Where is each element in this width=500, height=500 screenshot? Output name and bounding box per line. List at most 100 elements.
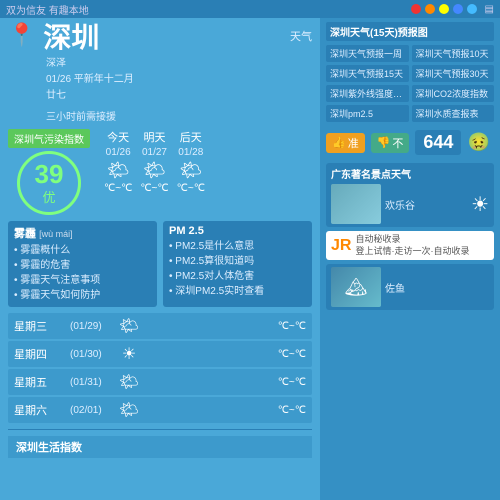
three-day-forecast: 今天 01/26 🌤 ℃~℃ 明天 01/27 🌤 ℃~℃ 后天 01/28 🌤… [104,129,205,194]
icon-red [411,4,421,14]
pm-item-4[interactable]: • 深圳PM2.5实时查看 [169,284,306,299]
auto-collect-banner[interactable]: JR 自动秘收录登上试情·走访一次·自动收录 [326,231,494,260]
ext-temp-3: ℃~℃ [278,405,306,416]
bottom-section: 深圳生活指数 [8,436,312,458]
pm-item-3[interactable]: • PM2.5对人体危害 [169,269,306,284]
date-line2: 01/26 平新年十二月 [46,72,312,88]
icon-orange [425,4,435,14]
quick-link-1[interactable]: 深圳天气预报10天 [412,45,495,62]
like-label: 准 [348,135,359,151]
right-more-content: 🏔 佐鱼 [331,267,489,307]
extended-row-3: 星期六 (02/01) 🌤 ℃~℃ [8,397,312,423]
separator [8,429,312,430]
fog-item-2[interactable]: • 雾霾的危害 [14,258,151,273]
auto-logo: JR [331,237,351,255]
tomorrow-temp: ℃~℃ [140,183,168,194]
today-temp: ℃~℃ [104,183,132,194]
city-header: 📍 深圳 天气 [8,24,312,52]
quick-link-4[interactable]: 深圳紫外线强度指数 [326,85,409,102]
thumbs-up-icon: 👍 [332,136,346,149]
ext-date-3: (02/01) [70,405,110,416]
ext-day-3: 星期六 [14,402,62,418]
today-label: 今天 [107,129,129,145]
quick-link-7[interactable]: 深圳水质查报表 [412,105,495,122]
aftertomorrow-date: 01/28 [178,147,203,158]
fog-item-1[interactable]: • 雾霾概什么 [14,243,151,258]
icon-blue [453,4,463,14]
quick-link-5[interactable]: 深圳CO2浓度指数 [412,85,495,102]
ext-temp-2: ℃~℃ [278,377,306,388]
quick-links: 深圳天气预报一周深圳天气预报10天深圳天气预报15天深圳天气预报30天深圳紫外线… [326,45,494,122]
ext-temp-0: ℃~℃ [278,321,306,332]
vote-row: 👍 准 👎 不 644 🤢 [326,126,494,159]
forecast-aftertomorrow: 后天 01/28 🌤 ℃~℃ [177,129,205,194]
auto-text: 自动秘收录登上试情·走访一次·自动收录 [355,234,469,257]
extended-row-1: 星期四 (01/30) ☀ ℃~℃ [8,341,312,367]
aqi-section: 深圳气污染指数 39 优 [8,129,90,215]
gd-sun-icon: ☀ [471,192,489,217]
top-icons: ▤ [411,4,494,15]
gd-box: 广东著名景点天气 欢乐谷 ☀ [326,163,494,227]
gd-title: 广东著名景点天气 [331,166,489,181]
ext-day-2: 星期五 [14,374,62,390]
fog-box: 雾霾 [wù mái] • 雾霾概什么 • 雾霾的危害 • 雾霾天气注意事项 •… [8,221,157,307]
source-label: 三小时前需接援 [46,108,312,123]
mountain-icon: 🏔 [345,277,368,298]
quick-link-2[interactable]: 深圳天气预报15天 [326,65,409,82]
quick-link-3[interactable]: 深圳天气预报30天 [412,65,495,82]
like-button[interactable]: 👍 准 [326,133,365,153]
more-image: 🏔 [331,267,381,307]
right-more-box: 🏔 佐鱼 [326,264,494,310]
gd-content: 欢乐谷 ☀ [331,184,489,224]
main-layout: 📍 深圳 天气 深泽 01/26 平新年十二月 廿七 三小时前需接援 深圳气污染… [0,18,500,500]
icon-teal [467,4,477,14]
quick-link-0[interactable]: 深圳天气预报一周 [326,45,409,62]
ext-icon-0: 🌤 [118,316,140,336]
fog-title: 雾霾 [wù mái] [14,225,151,241]
ext-date-1: (01/30) [70,349,110,360]
life-index-title: 深圳生活指数 [16,439,82,455]
city-pin-icon: 📍 [8,24,35,46]
ext-day-0: 星期三 [14,318,62,334]
tomorrow-icon: 🌤 [143,160,166,181]
date-line1: 深泽 [46,56,312,72]
right-header: 深圳天气(15天)预报图 [326,22,494,41]
forecast-tomorrow: 明天 01/27 🌤 ℃~℃ [140,129,168,194]
ext-day-1: 星期四 [14,346,62,362]
dislike-label: 不 [392,135,403,151]
aqi-badge: 39 优 [17,151,81,215]
city-name: 深圳 [43,24,99,52]
quick-link-6[interactable]: 深圳pm2.5 [326,105,409,122]
dislike-button[interactable]: 👎 不 [371,133,410,153]
fog-item-4[interactable]: • 雾霾天气如何防护 [14,288,151,303]
pm-item-1[interactable]: • PM2.5是什么意思 [169,239,306,254]
ext-date-2: (01/31) [70,377,110,388]
fog-item-3[interactable]: • 雾霾天气注意事项 [14,273,151,288]
pm-item-2[interactable]: • PM2.5算很知道吗 [169,254,306,269]
gd-city: 欢乐谷 [385,197,415,212]
gd-image [331,184,381,224]
icon-yellow [439,4,449,14]
vote-count: 644 [415,130,461,155]
extended-row-0: 星期三 (01/29) 🌤 ℃~℃ [8,313,312,339]
tomorrow-date: 01/27 [142,147,167,158]
ext-icon-3: 🌤 [118,400,140,420]
extended-row-2: 星期五 (01/31) 🌤 ℃~℃ [8,369,312,395]
ext-temp-1: ℃~℃ [278,349,306,360]
forecast-today: 今天 01/26 🌤 ℃~℃ [104,129,132,194]
aftertomorrow-label: 后天 [180,129,202,145]
top-bar: 双为信友 有趣本地 ▤ [0,0,500,18]
pm-title: PM 2.5 [169,225,306,237]
thumbs-down-icon: 👎 [377,136,391,149]
top-bar-text: 双为信友 有趣本地 [6,2,89,17]
aqi-forecast-row: 深圳气污染指数 39 优 今天 01/26 🌤 ℃~℃ 明天 01/27 🌤 [8,129,312,215]
date-line3: 廿七 [46,88,312,104]
ext-icon-2: 🌤 [118,372,140,392]
today-icon: 🌤 [107,160,130,181]
aftertomorrow-icon: 🌤 [179,160,202,181]
tomorrow-label: 明天 [143,129,165,145]
aqi-bar: 深圳气污染指数 [8,129,90,148]
top-bar-extra: ▤ [485,4,494,15]
today-date: 01/26 [106,147,131,158]
aqi-number: 39 [35,161,64,187]
